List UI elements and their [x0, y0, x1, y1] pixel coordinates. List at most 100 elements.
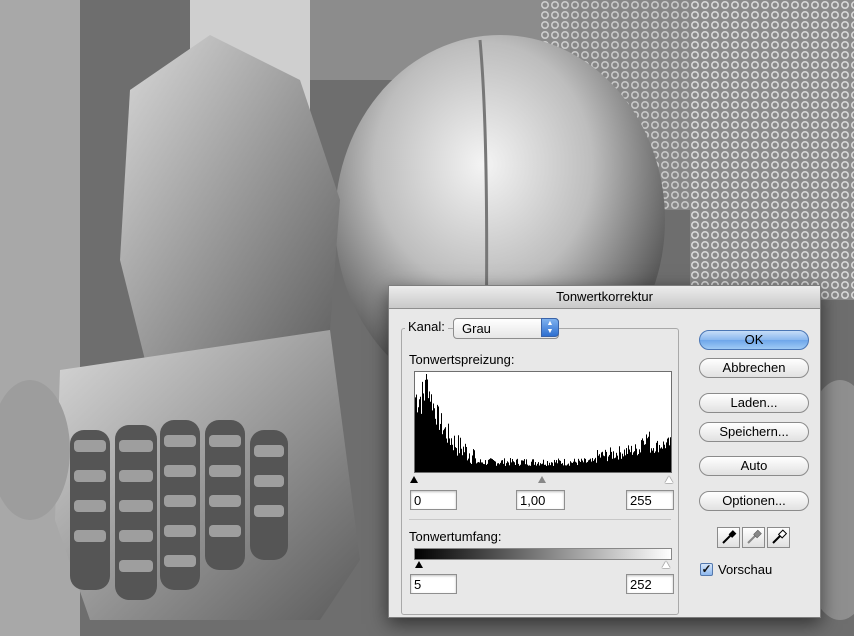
- histogram-bar: [564, 458, 565, 472]
- output-black-field[interactable]: [410, 574, 457, 594]
- options-button[interactable]: Optionen...: [699, 491, 809, 511]
- histogram-bar: [556, 460, 557, 472]
- histogram-bar: [652, 450, 653, 472]
- histogram-bar: [609, 454, 610, 472]
- histogram-bar: [485, 460, 486, 472]
- histogram-bar: [448, 423, 449, 472]
- histogram-bar: [557, 463, 558, 472]
- histogram-bar: [472, 455, 473, 472]
- histogram-bar: [436, 424, 437, 472]
- histogram-bar: [591, 461, 592, 472]
- histogram-bar: [663, 441, 664, 472]
- histogram-bar: [470, 462, 471, 472]
- histogram-bar: [583, 462, 584, 472]
- histogram-bar: [443, 430, 444, 472]
- histogram-bar: [541, 464, 542, 472]
- gray-eyedropper-icon: [747, 529, 762, 544]
- histogram-bar: [542, 463, 543, 472]
- histogram-bar: [603, 455, 604, 472]
- input-white-slider[interactable]: [665, 476, 673, 483]
- input-gamma-field[interactable]: [516, 490, 565, 510]
- histogram-bar: [512, 459, 513, 472]
- gray-eyedropper-button[interactable]: [742, 527, 765, 548]
- output-gradient-bar: [414, 548, 672, 560]
- histogram-bar: [628, 445, 629, 472]
- histogram-bar: [612, 458, 613, 472]
- ok-button[interactable]: OK: [699, 330, 809, 350]
- histogram-bar: [611, 451, 612, 472]
- histogram-bar: [503, 463, 504, 472]
- preview-checkbox[interactable]: ✓: [700, 563, 713, 576]
- histogram-bar: [545, 464, 546, 472]
- histogram-bar: [613, 451, 614, 472]
- histogram-bar: [429, 391, 430, 472]
- histogram-bar: [627, 453, 628, 472]
- histogram-bar: [549, 462, 550, 472]
- histogram-bar: [630, 452, 631, 472]
- select-arrows-icon: ▲ ▼: [541, 318, 559, 337]
- histogram-bar: [427, 379, 428, 472]
- histogram-bar: [432, 410, 433, 472]
- histogram-bar: [462, 455, 463, 472]
- input-black-slider[interactable]: [410, 476, 418, 483]
- channel-select[interactable]: Grau ▲ ▼: [453, 318, 559, 339]
- histogram-bar: [653, 448, 654, 472]
- histogram-bar: [566, 465, 567, 472]
- histogram-bar: [423, 393, 424, 472]
- histogram-bar: [474, 450, 475, 472]
- histogram-bar: [575, 461, 576, 472]
- white-eyedropper-button[interactable]: [767, 527, 790, 548]
- histogram-bar: [537, 463, 538, 472]
- levels-dialog: Tonwertkorrektur Kanal: Grau ▲ ▼ Tonwerts…: [388, 285, 821, 618]
- output-black-slider[interactable]: [415, 561, 423, 568]
- histogram-bar: [616, 452, 617, 472]
- histogram-bar: [639, 449, 640, 472]
- histogram-bar: [477, 462, 478, 472]
- histogram-bar: [610, 447, 611, 472]
- input-black-field[interactable]: [410, 490, 457, 510]
- histogram-bar: [418, 407, 419, 472]
- auto-button[interactable]: Auto: [699, 456, 809, 476]
- dialog-title: Tonwertkorrektur: [389, 286, 820, 309]
- histogram-bar: [478, 462, 479, 472]
- channel-select-value: Grau: [462, 321, 491, 336]
- histogram-bar: [544, 464, 545, 472]
- histogram-bar: [558, 458, 559, 472]
- histogram-bar: [531, 461, 532, 472]
- output-white-field[interactable]: [626, 574, 674, 594]
- histogram-bar: [594, 459, 595, 472]
- histogram-bar: [444, 428, 445, 472]
- histogram-bar: [524, 459, 525, 472]
- cancel-button[interactable]: Abbrechen: [699, 358, 809, 378]
- histogram-bar: [665, 448, 666, 472]
- black-eyedropper-button[interactable]: [717, 527, 740, 548]
- histogram-bar: [510, 458, 511, 472]
- histogram-bar: [518, 463, 519, 472]
- histogram-bar: [416, 394, 417, 472]
- histogram-bar: [428, 398, 429, 472]
- histogram-bar: [570, 461, 571, 472]
- input-gamma-slider[interactable]: [538, 476, 546, 483]
- histogram-bar: [458, 435, 459, 472]
- histogram-bar: [578, 458, 579, 472]
- histogram-bar: [459, 453, 460, 472]
- histogram-bar: [588, 460, 589, 472]
- histogram-bar: [649, 431, 650, 472]
- histogram-bar: [515, 464, 516, 472]
- output-white-slider[interactable]: [662, 561, 670, 568]
- black-eyedropper-icon: [722, 530, 737, 544]
- histogram-bar: [651, 448, 652, 472]
- histogram-bar: [664, 444, 665, 472]
- load-button[interactable]: Laden...: [699, 393, 809, 413]
- histogram-bar: [580, 462, 581, 472]
- histogram-bar: [560, 460, 561, 472]
- histogram-bar: [454, 435, 455, 472]
- histogram-bar: [498, 463, 499, 472]
- histogram-bar: [439, 429, 440, 472]
- histogram-bar: [529, 465, 530, 472]
- save-button[interactable]: Speichern...: [699, 422, 809, 442]
- input-white-field[interactable]: [626, 490, 674, 510]
- output-levels-label: Tonwertumfang:: [409, 529, 502, 544]
- histogram-bar: [543, 459, 544, 472]
- histogram-bar: [550, 465, 551, 472]
